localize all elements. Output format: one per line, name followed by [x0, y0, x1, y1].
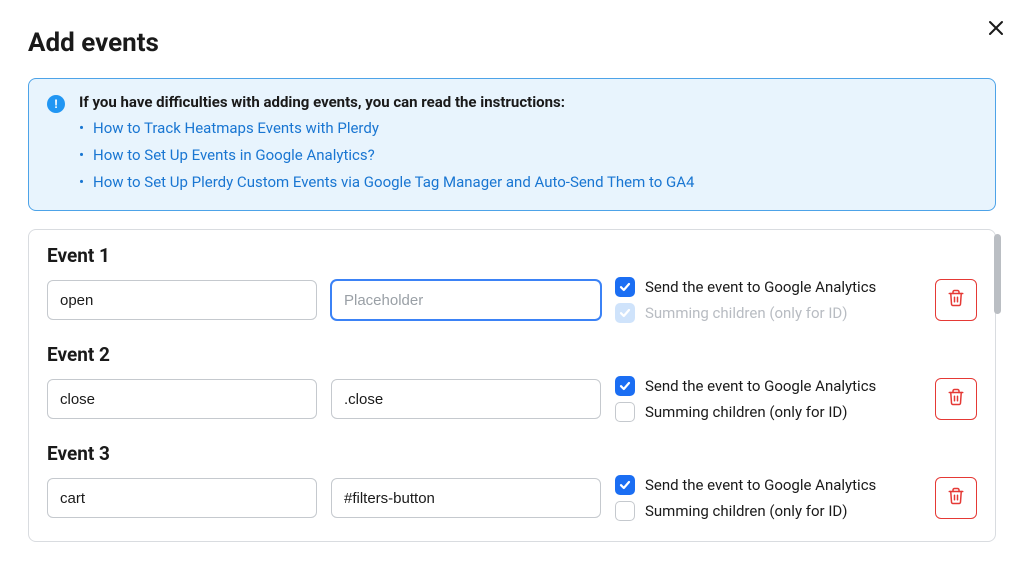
checkbox-row: Summing children (only for ID) [615, 303, 921, 323]
delete-button[interactable] [935, 378, 977, 420]
send-ga-checkbox[interactable] [615, 475, 635, 495]
close-icon [988, 20, 1004, 36]
summing-checkbox [615, 303, 635, 323]
scrollbar[interactable] [994, 234, 1001, 314]
send-ga-label: Send the event to Google Analytics [645, 278, 876, 296]
info-link[interactable]: How to Set Up Plerdy Custom Events via G… [93, 173, 694, 191]
info-link[interactable]: How to Set Up Events in Google Analytics… [93, 146, 375, 164]
send-ga-checkbox[interactable] [615, 277, 635, 297]
event-row: Send the event to Google Analytics Summin… [47, 376, 977, 422]
summing-checkbox[interactable] [615, 402, 635, 422]
modal-title: Add events [28, 28, 996, 58]
event-row: Send the event to Google Analytics Summin… [47, 475, 977, 521]
event-title: Event 1 [47, 244, 977, 267]
checkbox-row: Summing children (only for ID) [615, 501, 921, 521]
event-options: Send the event to Google Analytics Summin… [615, 376, 921, 422]
trash-icon [947, 289, 965, 311]
checkbox-row: Send the event to Google Analytics [615, 277, 921, 297]
send-ga-label: Send the event to Google Analytics [645, 377, 876, 395]
trash-icon [947, 388, 965, 410]
delete-button[interactable] [935, 279, 977, 321]
event-selector-input[interactable] [331, 280, 601, 320]
event-title: Event 3 [47, 442, 977, 465]
event-name-input[interactable] [47, 478, 317, 518]
info-content: If you have difficulties with adding eve… [79, 93, 977, 196]
close-button[interactable] [984, 16, 1008, 40]
event-selector-input[interactable] [331, 478, 601, 518]
summing-label: Summing children (only for ID) [645, 502, 848, 520]
summing-label: Summing children (only for ID) [645, 403, 848, 421]
event-options: Send the event to Google Analytics Summin… [615, 475, 921, 521]
delete-button[interactable] [935, 477, 977, 519]
checkbox-row: Send the event to Google Analytics [615, 475, 921, 495]
event-name-input[interactable] [47, 379, 317, 419]
summing-checkbox[interactable] [615, 501, 635, 521]
event-title: Event 2 [47, 343, 977, 366]
info-links-list: How to Track Heatmaps Events with Plerdy… [79, 115, 977, 196]
info-title: If you have difficulties with adding eve… [79, 93, 977, 111]
add-events-modal: Add events ! If you have difficulties wi… [0, 0, 1024, 542]
event-block: Event 3 Send the event to Google Analytic… [47, 442, 977, 521]
trash-icon [947, 487, 965, 509]
checkbox-row: Summing children (only for ID) [615, 402, 921, 422]
event-name-input[interactable] [47, 280, 317, 320]
send-ga-checkbox[interactable] [615, 376, 635, 396]
event-row: Send the event to Google Analytics Summin… [47, 277, 977, 323]
info-banner: ! If you have difficulties with adding e… [28, 78, 996, 211]
send-ga-label: Send the event to Google Analytics [645, 476, 876, 494]
event-block: Event 2 Send the event to Google Analytic… [47, 343, 977, 422]
events-list-container: Event 1 Send the event to Google Analytic… [28, 229, 996, 542]
event-selector-input[interactable] [331, 379, 601, 419]
info-icon: ! [47, 95, 65, 113]
event-block: Event 1 Send the event to Google Analytic… [47, 244, 977, 323]
event-options: Send the event to Google Analytics Summin… [615, 277, 921, 323]
summing-label: Summing children (only for ID) [645, 304, 848, 322]
checkbox-row: Send the event to Google Analytics [615, 376, 921, 396]
info-link[interactable]: How to Track Heatmaps Events with Plerdy [93, 119, 379, 137]
